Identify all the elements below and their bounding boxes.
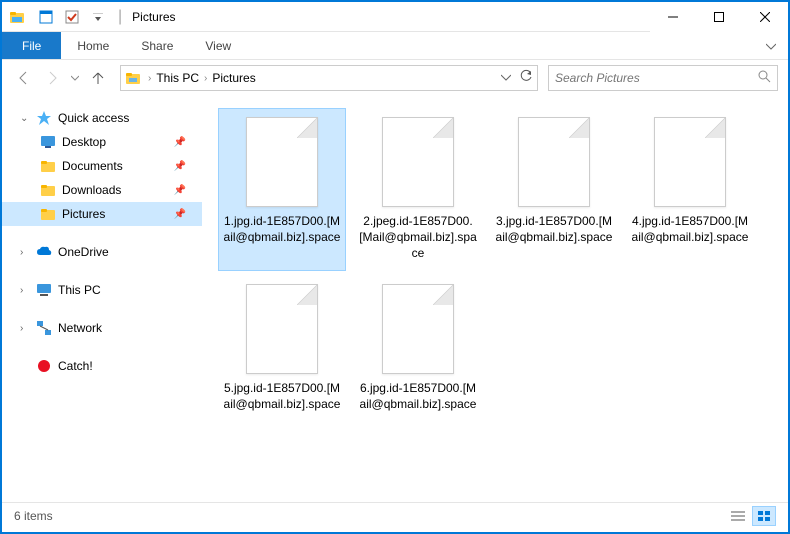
catch-icon (36, 358, 52, 374)
sidebar-label: Pictures (62, 207, 105, 221)
ribbon-tab-view[interactable]: View (189, 32, 247, 59)
status-bar: 6 items (2, 502, 788, 528)
qat-properties-icon[interactable] (36, 7, 56, 27)
sidebar-item-pictures[interactable]: Pictures 📌 (2, 202, 202, 226)
sidebar-label: Downloads (62, 183, 121, 197)
file-name: 5.jpg.id-1E857D00.[Mail@qbmail.biz].spac… (223, 380, 341, 412)
file-list[interactable]: 1.jpg.id-1E857D00.[Mail@qbmail.biz].spac… (202, 96, 788, 502)
file-item[interactable]: 1.jpg.id-1E857D00.[Mail@qbmail.biz].spac… (218, 108, 346, 271)
file-item[interactable]: 6.jpg.id-1E857D00.[Mail@qbmail.biz].spac… (354, 275, 482, 421)
sidebar-onedrive[interactable]: › OneDrive (2, 240, 202, 264)
search-box[interactable] (548, 65, 778, 91)
sidebar-item-downloads[interactable]: Downloads 📌 (2, 178, 202, 202)
ribbon: File Home Share View (2, 32, 788, 60)
file-icon (382, 284, 454, 374)
file-icon (246, 284, 318, 374)
file-name: 3.jpg.id-1E857D00.[Mail@qbmail.biz].spac… (495, 213, 613, 245)
chevron-down-icon[interactable]: ⌄ (20, 113, 30, 124)
title-separator: | (118, 8, 122, 26)
sidebar-label: Quick access (58, 111, 129, 125)
file-item[interactable]: 5.jpg.id-1E857D00.[Mail@qbmail.biz].spac… (218, 275, 346, 421)
folder-icon (40, 206, 56, 222)
recent-dropdown[interactable] (68, 66, 82, 90)
window-title: Pictures (132, 10, 175, 24)
file-icon (246, 117, 318, 207)
file-icon (654, 117, 726, 207)
file-name: 6.jpg.id-1E857D00.[Mail@qbmail.biz].spac… (359, 380, 477, 412)
sidebar-label: Catch! (58, 359, 93, 373)
desktop-icon (40, 134, 56, 150)
titlebar: | Pictures (2, 2, 788, 32)
folder-icon (125, 70, 141, 86)
icons-view-button[interactable] (752, 506, 776, 526)
titlebar-left: | Pictures (2, 7, 176, 27)
sidebar-catch[interactable]: Catch! (2, 354, 202, 378)
sidebar-label: OneDrive (58, 245, 109, 259)
qat-dropdown-icon[interactable] (88, 7, 108, 27)
pc-icon (36, 282, 52, 298)
details-view-button[interactable] (726, 506, 750, 526)
sidebar-this-pc[interactable]: › This PC (2, 278, 202, 302)
explorer-icon (8, 8, 26, 26)
sidebar-quick-access[interactable]: ⌄ Quick access (2, 106, 202, 130)
quick-access-toolbar (36, 7, 108, 27)
network-icon (36, 320, 52, 336)
ribbon-expand-button[interactable] (754, 32, 788, 59)
sidebar-label: Documents (62, 159, 123, 173)
refresh-icon[interactable] (519, 69, 533, 88)
sidebar-item-documents[interactable]: Documents 📌 (2, 154, 202, 178)
item-count: 6 items (14, 509, 53, 523)
forward-button[interactable] (40, 66, 64, 90)
search-input[interactable] (555, 71, 757, 85)
ribbon-tab-file[interactable]: File (2, 32, 61, 59)
pin-icon: 📌 (174, 185, 186, 196)
address-bar-buttons (501, 69, 533, 88)
file-item[interactable]: 3.jpg.id-1E857D00.[Mail@qbmail.biz].spac… (490, 108, 618, 271)
search-icon[interactable] (757, 69, 771, 88)
folder-icon (40, 158, 56, 174)
chevron-right-icon[interactable]: › (20, 247, 30, 258)
file-name: 2.jpeg.id-1E857D00.[Mail@qbmail.biz].spa… (359, 213, 477, 262)
qat-check-icon[interactable] (62, 7, 82, 27)
navigation-bar: › This PC › Pictures (2, 60, 788, 96)
up-button[interactable] (86, 66, 110, 90)
pin-icon: 📌 (174, 161, 186, 172)
file-item[interactable]: 2.jpeg.id-1E857D00.[Mail@qbmail.biz].spa… (354, 108, 482, 271)
breadcrumb-pictures[interactable]: Pictures (208, 69, 259, 87)
pin-icon: 📌 (174, 209, 186, 220)
star-icon (36, 110, 52, 126)
cloud-icon (36, 244, 52, 260)
folder-icon (40, 182, 56, 198)
view-mode-buttons (726, 506, 776, 526)
chevron-right-icon[interactable]: › (20, 285, 30, 296)
sidebar-label: Desktop (62, 135, 106, 149)
file-name: 4.jpg.id-1E857D00.[Mail@qbmail.biz].spac… (631, 213, 749, 245)
breadcrumb-this-pc[interactable]: This PC (152, 69, 203, 87)
ribbon-tab-share[interactable]: Share (125, 32, 189, 59)
address-dropdown-icon[interactable] (501, 69, 511, 87)
maximize-button[interactable] (696, 2, 742, 32)
chevron-right-icon[interactable]: › (20, 323, 30, 334)
back-button[interactable] (12, 66, 36, 90)
sidebar-label: This PC (58, 283, 101, 297)
content-area: ⌄ Quick access Desktop 📌 Documents 📌 Dow… (2, 96, 788, 502)
address-bar[interactable]: › This PC › Pictures (120, 65, 538, 91)
window-controls (650, 2, 788, 32)
sidebar-item-desktop[interactable]: Desktop 📌 (2, 130, 202, 154)
sidebar-label: Network (58, 321, 102, 335)
minimize-button[interactable] (650, 2, 696, 32)
file-item[interactable]: 4.jpg.id-1E857D00.[Mail@qbmail.biz].spac… (626, 108, 754, 271)
file-icon (382, 117, 454, 207)
ribbon-tab-home[interactable]: Home (61, 32, 125, 59)
pin-icon: 📌 (174, 137, 186, 148)
navigation-pane: ⌄ Quick access Desktop 📌 Documents 📌 Dow… (2, 96, 202, 502)
close-button[interactable] (742, 2, 788, 32)
file-name: 1.jpg.id-1E857D00.[Mail@qbmail.biz].spac… (223, 213, 341, 245)
file-icon (518, 117, 590, 207)
sidebar-network[interactable]: › Network (2, 316, 202, 340)
